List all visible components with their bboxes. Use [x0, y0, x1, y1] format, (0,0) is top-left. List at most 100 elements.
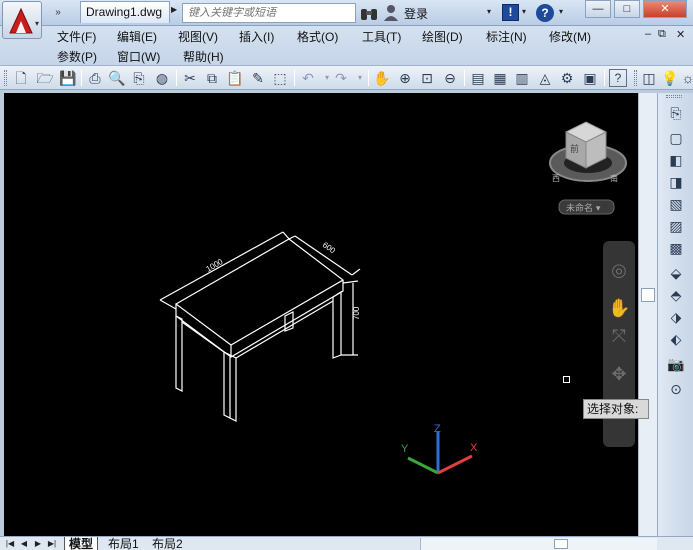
- binoculars-icon[interactable]: [360, 4, 378, 22]
- menu-view[interactable]: 视图(V): [178, 28, 218, 45]
- toolbar-grip[interactable]: [634, 70, 637, 86]
- save-icon[interactable]: 💾: [59, 69, 77, 87]
- design-center-icon[interactable]: ▦: [491, 69, 509, 87]
- exchange-button[interactable]: !: [502, 4, 519, 21]
- horizontal-scrollbar[interactable]: [420, 538, 657, 550]
- right-view-icon[interactable]: ▧: [666, 194, 686, 214]
- help-icon[interactable]: ?: [609, 69, 627, 87]
- cut-icon[interactable]: ✂: [181, 69, 199, 87]
- standard-toolbar: 🗋 🗁 💾 ⎙ 🔍 ⎘ ◍ ✂ ⧉ 📋 ✎ ⬚ ↶ ▾ ↷ ▾ ✋ ⊕ ⊡ ⊖ …: [0, 66, 693, 90]
- sun-icon[interactable]: ☼: [679, 69, 693, 87]
- command-tooltip: 选择对象:: [583, 399, 649, 419]
- pan-icon[interactable]: ✋: [608, 297, 630, 319]
- top-view-icon[interactable]: ▢: [666, 128, 686, 148]
- light-icon[interactable]: 💡: [661, 69, 679, 87]
- quick-access-expand-icon[interactable]: »: [48, 4, 68, 22]
- menu-file[interactable]: 文件(F): [57, 28, 96, 45]
- viewcube-face-label: 前: [570, 143, 579, 155]
- table-leg: [332, 290, 342, 359]
- last-tab-icon[interactable]: ▶|: [46, 537, 58, 550]
- menu-edit[interactable]: 编辑(E): [117, 28, 157, 45]
- match-properties-icon[interactable]: ✎: [249, 69, 267, 87]
- restore-button[interactable]: □: [614, 0, 640, 18]
- 3d-print-icon[interactable]: ◍: [153, 69, 171, 87]
- zoom-window-icon[interactable]: ⊡: [418, 69, 436, 87]
- doc-restore-button[interactable]: ⧉: [658, 28, 666, 41]
- menu-help[interactable]: 帮助(H): [183, 48, 224, 65]
- menu-draw[interactable]: 绘图(D): [422, 28, 463, 45]
- steering-wheel-icon[interactable]: ◎: [608, 259, 630, 281]
- prev-tab-icon[interactable]: ◀: [18, 537, 30, 550]
- tab-layout2[interactable]: 布局2: [148, 537, 187, 550]
- markup-icon[interactable]: ⚙: [558, 69, 576, 87]
- doc-minimize-button[interactable]: –: [645, 28, 651, 40]
- named-views-icon[interactable]: ⎘: [666, 103, 686, 123]
- first-tab-icon[interactable]: |◀: [4, 537, 16, 550]
- vertical-scroll-thumb[interactable]: [641, 288, 655, 302]
- zoom-icon[interactable]: ⤧: [608, 325, 630, 347]
- tab-model[interactable]: 模型: [64, 537, 99, 550]
- chevron-down-icon[interactable]: ▾: [487, 7, 491, 16]
- layer-icon[interactable]: ◫: [640, 69, 658, 87]
- vertical-scrollbar[interactable]: [638, 93, 657, 536]
- ucs-z-label: Z: [434, 423, 441, 435]
- sw-iso-view-icon[interactable]: ⬙: [666, 263, 686, 283]
- horizontal-scroll-thumb[interactable]: [554, 539, 568, 549]
- toolbar-separator: [294, 70, 295, 86]
- publish-icon[interactable]: ⎘: [130, 69, 148, 87]
- document-tab[interactable]: Drawing1.dwg: [80, 1, 170, 23]
- sheet-set-icon[interactable]: ◬: [536, 69, 554, 87]
- tab-layout1[interactable]: 布局1: [104, 537, 143, 550]
- nw-iso-view-icon[interactable]: ⬖: [666, 329, 686, 349]
- undo-icon[interactable]: ↶: [299, 69, 317, 87]
- ne-iso-view-icon[interactable]: ⬗: [666, 307, 686, 327]
- toolbar-grip[interactable]: [666, 95, 682, 98]
- tool-palettes-icon[interactable]: ▥: [513, 69, 531, 87]
- toolbar-separator: [368, 70, 369, 86]
- chevron-down-icon[interactable]: ▾: [522, 7, 526, 16]
- login-label[interactable]: 登录: [404, 5, 428, 22]
- zoom-extents-icon[interactable]: ⊙: [666, 379, 686, 399]
- menu-insert[interactable]: 插入(I): [239, 28, 274, 45]
- drawing-canvas[interactable]: 1000 600 700 前 西 南 未命名 ▾ Z Y X ◎ ✋ ⤧ ✥: [4, 93, 638, 536]
- toolbar-grip[interactable]: [4, 70, 7, 86]
- menu-parametric[interactable]: 参数(P): [57, 48, 97, 65]
- bottom-view-icon[interactable]: ◧: [666, 150, 686, 170]
- left-view-icon[interactable]: ◨: [666, 172, 686, 192]
- menu-modify[interactable]: 修改(M): [549, 28, 591, 45]
- menu-dimension[interactable]: 标注(N): [486, 28, 527, 45]
- new-icon[interactable]: 🗋: [12, 69, 30, 87]
- se-iso-view-icon[interactable]: ⬘: [666, 285, 686, 305]
- zoom-realtime-icon[interactable]: ⊕: [396, 69, 414, 87]
- redo-dropdown-icon[interactable]: ▾: [351, 69, 369, 87]
- back-view-icon[interactable]: ▩: [666, 238, 686, 258]
- next-tab-icon[interactable]: ▶: [32, 537, 44, 550]
- application-menu-button[interactable]: ▾: [2, 1, 42, 39]
- chevron-down-icon[interactable]: ▾: [559, 7, 563, 16]
- quickcalc-icon[interactable]: ▣: [581, 69, 599, 87]
- front-view-icon[interactable]: ▨: [666, 216, 686, 236]
- pan-icon[interactable]: ✋: [373, 69, 391, 87]
- menu-window[interactable]: 窗口(W): [117, 48, 160, 65]
- new-camera-icon[interactable]: 📷: [666, 354, 686, 374]
- open-icon[interactable]: 🗁: [36, 69, 54, 87]
- properties-icon[interactable]: ▤: [469, 69, 487, 87]
- help-button[interactable]: ?: [536, 4, 554, 22]
- plot-preview-icon[interactable]: 🔍: [108, 69, 126, 87]
- orbit-icon[interactable]: ✥: [608, 363, 630, 385]
- doc-close-button[interactable]: ✕: [676, 28, 685, 41]
- close-button[interactable]: ✕: [643, 0, 687, 18]
- plot-icon[interactable]: ⎙: [86, 69, 104, 87]
- paste-icon[interactable]: 📋: [226, 69, 244, 87]
- viewcube[interactable]: 前 西 南: [549, 121, 627, 183]
- zoom-previous-icon[interactable]: ⊖: [441, 69, 459, 87]
- user-icon[interactable]: [383, 4, 399, 22]
- copy-icon[interactable]: ⧉: [203, 69, 221, 87]
- menu-format[interactable]: 格式(O): [297, 28, 338, 45]
- search-input[interactable]: [182, 3, 356, 23]
- menu-tools[interactable]: 工具(T): [362, 28, 401, 45]
- minimize-button[interactable]: —: [585, 0, 611, 18]
- block-editor-icon[interactable]: ⬚: [271, 69, 289, 87]
- redo-icon[interactable]: ↷: [332, 69, 350, 87]
- document-tab-arrow-icon[interactable]: ▶: [171, 5, 177, 14]
